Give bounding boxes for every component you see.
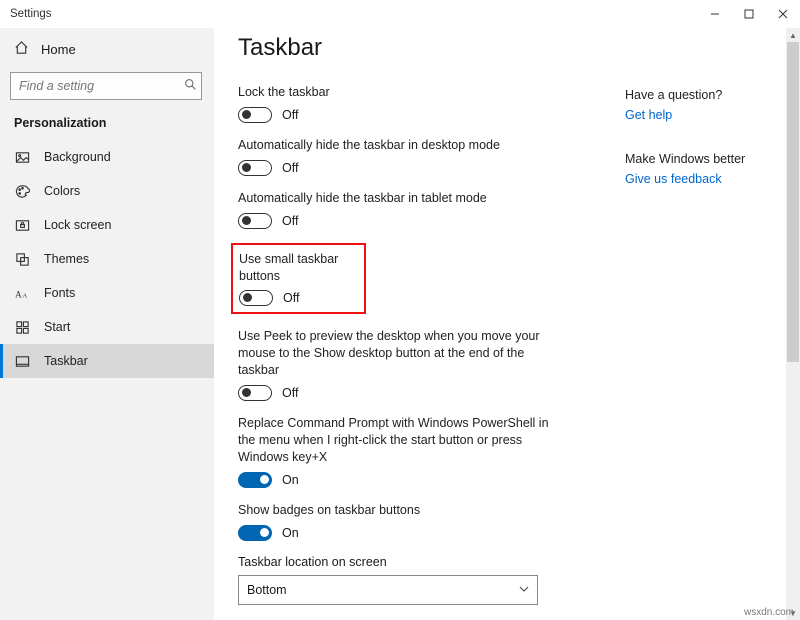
setting-label: Automatically hide the taskbar in deskto… [238,137,568,154]
sidebar-home-label: Home [41,42,76,57]
sidebar-item-label: Fonts [44,286,75,300]
setting-autohide-tablet: Automatically hide the taskbar in tablet… [238,190,568,229]
maximize-button[interactable] [732,0,766,28]
toggle-state: On [282,526,299,540]
image-icon [14,149,30,165]
setting-powershell: Replace Command Prompt with Windows Powe… [238,415,568,488]
watermark: wsxdn.com [744,607,794,618]
close-button[interactable] [766,0,800,28]
toggle-state: Off [282,161,298,175]
toggle-state: Off [283,291,299,305]
toggle-state: On [282,473,299,487]
setting-label: Automatically hide the taskbar in tablet… [238,190,568,207]
sidebar-home[interactable]: Home [0,32,214,66]
svg-text:A: A [22,292,27,299]
toggle-state: Off [282,108,298,122]
dropdown-label: Taskbar location on screen [238,555,601,569]
setting-label: Use Peek to preview the desktop when you… [238,328,568,379]
content-area: Taskbar Lock the taskbar Off Automatical… [214,28,625,620]
setting-label: Replace Command Prompt with Windows Powe… [238,415,568,466]
home-icon [14,40,29,58]
setting-badges: Show badges on taskbar buttons On [238,502,568,541]
lock-screen-icon [14,217,30,233]
sidebar-item-colors[interactable]: Colors [0,174,214,208]
toggle-small-buttons[interactable] [239,290,273,306]
scroll-thumb[interactable] [787,42,799,362]
sidebar-item-background[interactable]: Background [0,140,214,174]
page-title: Taskbar [238,34,601,62]
app-title: Settings [10,8,52,20]
setting-label: Lock the taskbar [238,84,568,101]
toggle-powershell[interactable] [238,472,272,488]
start-icon [14,319,30,335]
sidebar-item-start[interactable]: Start [0,310,214,344]
search-field[interactable] [17,78,184,94]
toggle-badges[interactable] [238,525,272,541]
sidebar-item-fonts[interactable]: AA Fonts [0,276,214,310]
window-controls [698,0,800,28]
fonts-icon: AA [14,285,30,301]
dropdown-location[interactable]: Bottom [238,575,538,605]
toggle-peek[interactable] [238,385,272,401]
setting-label: Show badges on taskbar buttons [238,502,568,519]
titlebar: Settings [0,0,800,28]
aside-panel: Have a question? Get help Make Windows b… [625,28,800,620]
toggle-state: Off [282,214,298,228]
svg-text:A: A [15,290,22,300]
scroll-up-arrow[interactable]: ▲ [786,28,800,42]
taskbar-icon [14,353,30,369]
feedback-link[interactable]: Give us feedback [625,172,790,186]
sidebar-item-label: Lock screen [44,218,111,232]
sidebar-section-title: Personalization [0,108,214,140]
toggle-lock-taskbar[interactable] [238,107,272,123]
setting-small-buttons: Use small taskbar buttons Off [239,251,358,307]
aside-feedback-head: Make Windows better [625,152,790,166]
sidebar-item-label: Colors [44,184,80,198]
sidebar-item-label: Background [44,150,111,164]
sidebar-item-themes[interactable]: Themes [0,242,214,276]
dropdown-value: Bottom [247,583,287,597]
sidebar: Home Personalization Background Colors [0,28,214,620]
palette-icon [14,183,30,199]
toggle-state: Off [282,386,298,400]
aside-question-head: Have a question? [625,88,790,102]
toggle-autohide-tablet[interactable] [238,213,272,229]
highlighted-setting: Use small taskbar buttons Off [231,243,366,315]
sidebar-item-label: Taskbar [44,354,88,368]
setting-label: Use small taskbar buttons [239,251,358,285]
toggle-autohide-desktop[interactable] [238,160,272,176]
setting-autohide-desktop: Automatically hide the taskbar in deskto… [238,137,568,176]
get-help-link[interactable]: Get help [625,108,790,122]
scrollbar[interactable]: ▲ ▼ [786,28,800,620]
setting-lock-taskbar: Lock the taskbar Off [238,84,568,123]
search-icon [184,78,197,94]
sidebar-item-taskbar[interactable]: Taskbar [0,344,214,378]
sidebar-item-label: Start [44,320,70,334]
setting-peek: Use Peek to preview the desktop when you… [238,328,568,401]
sidebar-item-label: Themes [44,252,89,266]
minimize-button[interactable] [698,0,732,28]
themes-icon [14,251,30,267]
search-input[interactable] [10,72,202,100]
chevron-down-icon [519,583,529,597]
sidebar-item-lockscreen[interactable]: Lock screen [0,208,214,242]
